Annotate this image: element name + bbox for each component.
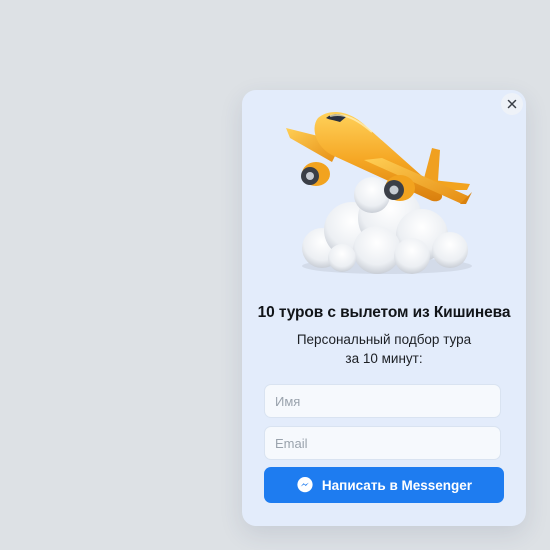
messenger-button-label: Написать в Messenger <box>321 477 473 493</box>
name-input[interactable] <box>264 384 501 418</box>
messenger-icon <box>296 476 314 494</box>
email-input[interactable] <box>264 426 501 460</box>
close-button[interactable] <box>501 93 523 115</box>
airplane-illustration <box>286 112 472 274</box>
close-icon <box>507 99 517 109</box>
popup-subtitle: Персональный подбор тура за 10 минут: <box>242 330 526 368</box>
messenger-button[interactable]: Написать в Messenger <box>264 467 504 503</box>
popup-title: 10 туров с вылетом из Кишинева <box>257 304 511 321</box>
lead-popup: 10 туров с вылетом из Кишинева Персональ… <box>242 90 526 526</box>
subtitle-line-2: за 10 минут: <box>345 351 423 366</box>
subtitle-line-1: Персональный подбор тура <box>296 332 472 347</box>
